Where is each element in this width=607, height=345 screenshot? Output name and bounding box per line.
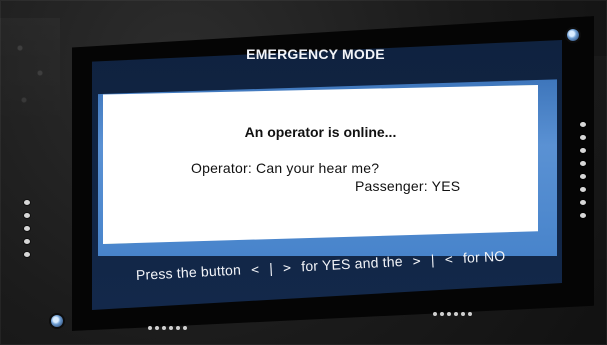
indicator-light <box>24 252 30 257</box>
right-indicator-lights <box>580 122 586 218</box>
indicator-light <box>24 200 30 205</box>
bottom-right-connector <box>433 312 472 316</box>
connector-pin <box>183 326 187 330</box>
left-indicator-lights <box>24 200 30 257</box>
connector-pin <box>176 326 180 330</box>
message-panel: An operator is online... Operator: Can y… <box>103 85 538 244</box>
yes-symbol: < | > <box>250 260 292 278</box>
status-line: An operator is online... <box>244 124 397 140</box>
indicator-light <box>580 213 586 218</box>
connector-pin <box>468 312 472 316</box>
mounting-hole <box>51 315 63 327</box>
connector-pin <box>461 312 465 316</box>
bottom-left-connector <box>148 326 187 330</box>
connector-pin <box>162 326 166 330</box>
connector-pin <box>447 312 451 316</box>
connector-pin <box>148 326 152 330</box>
indicator-light <box>580 174 586 179</box>
indicator-light <box>24 213 30 218</box>
screen-title: EMERGENCY MODE <box>246 46 385 62</box>
indicator-light <box>24 226 30 231</box>
indicator-light <box>580 187 586 192</box>
indicator-light <box>580 122 586 127</box>
connector-pin <box>169 326 173 330</box>
connector-pin <box>155 326 159 330</box>
indicator-light <box>580 148 586 153</box>
connector-pin <box>433 312 437 316</box>
indicator-light <box>580 200 586 205</box>
mounting-hole <box>567 29 579 41</box>
operator-message: Operator: Can your hear me? <box>191 160 380 176</box>
pcb-left-detail <box>0 18 60 138</box>
indicator-light <box>580 161 586 166</box>
indicator-light <box>580 135 586 140</box>
indicator-light <box>24 239 30 244</box>
connector-pin <box>440 312 444 316</box>
passenger-message: Passenger: YES <box>355 178 461 194</box>
no-symbol: > | < <box>412 252 454 270</box>
instruction-suffix: for NO <box>462 247 506 266</box>
connector-pin <box>454 312 458 316</box>
